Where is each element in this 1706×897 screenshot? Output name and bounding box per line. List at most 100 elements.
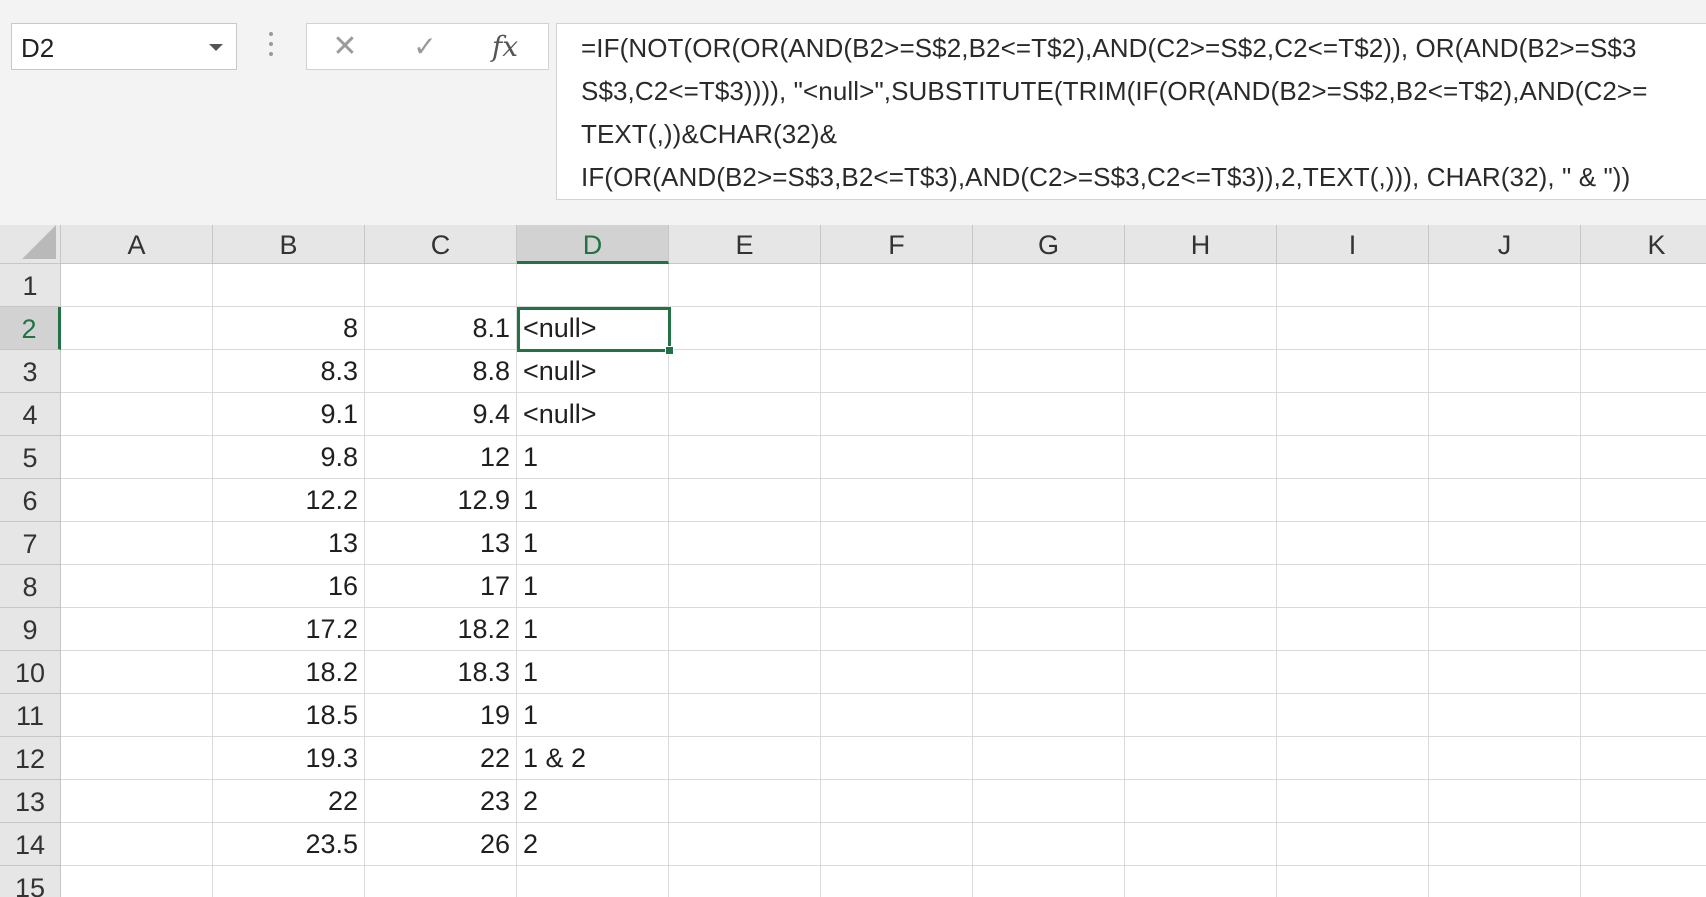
- cell-c13[interactable]: 23: [365, 780, 517, 823]
- cell-a13[interactable]: [61, 780, 213, 823]
- name-box[interactable]: D2: [11, 23, 237, 70]
- cell-a6[interactable]: [61, 479, 213, 522]
- cell-k2[interactable]: [1581, 307, 1706, 350]
- row-header-11[interactable]: 11: [0, 694, 61, 737]
- row-header-5[interactable]: 5: [0, 436, 61, 479]
- cell-b10[interactable]: 18.2: [213, 651, 365, 694]
- cell-e10[interactable]: [669, 651, 821, 694]
- column-header-i[interactable]: I: [1277, 225, 1429, 264]
- cell-i15[interactable]: [1277, 866, 1429, 897]
- cell-b6[interactable]: 12.2: [213, 479, 365, 522]
- cell-i4[interactable]: [1277, 393, 1429, 436]
- cell-h15[interactable]: [1125, 866, 1277, 897]
- cell-h9[interactable]: [1125, 608, 1277, 651]
- cell-d4[interactable]: <null>: [517, 393, 669, 436]
- cell-e1[interactable]: [669, 264, 821, 307]
- cell-i6[interactable]: [1277, 479, 1429, 522]
- cell-f15[interactable]: [821, 866, 973, 897]
- cell-j12[interactable]: [1429, 737, 1581, 780]
- cell-c10[interactable]: 18.3: [365, 651, 517, 694]
- cell-d14[interactable]: 2: [517, 823, 669, 866]
- cell-c15[interactable]: [365, 866, 517, 897]
- cell-b1[interactable]: [213, 264, 365, 307]
- cell-f2[interactable]: [821, 307, 973, 350]
- cell-g10[interactable]: [973, 651, 1125, 694]
- check-icon[interactable]: ✓: [407, 30, 443, 64]
- fill-handle[interactable]: [665, 346, 674, 355]
- cell-j15[interactable]: [1429, 866, 1581, 897]
- cell-e12[interactable]: [669, 737, 821, 780]
- cell-k11[interactable]: [1581, 694, 1706, 737]
- cell-g7[interactable]: [973, 522, 1125, 565]
- cell-a5[interactable]: [61, 436, 213, 479]
- cell-a2[interactable]: [61, 307, 213, 350]
- cell-h5[interactable]: [1125, 436, 1277, 479]
- cell-d12[interactable]: 1 & 2: [517, 737, 669, 780]
- cell-g5[interactable]: [973, 436, 1125, 479]
- cell-h2[interactable]: [1125, 307, 1277, 350]
- cell-i1[interactable]: [1277, 264, 1429, 307]
- cell-f6[interactable]: [821, 479, 973, 522]
- cell-d11[interactable]: 1: [517, 694, 669, 737]
- cell-g11[interactable]: [973, 694, 1125, 737]
- cell-i14[interactable]: [1277, 823, 1429, 866]
- cell-f7[interactable]: [821, 522, 973, 565]
- cell-e2[interactable]: [669, 307, 821, 350]
- cell-e6[interactable]: [669, 479, 821, 522]
- cell-k9[interactable]: [1581, 608, 1706, 651]
- cell-b11[interactable]: 18.5: [213, 694, 365, 737]
- cell-h8[interactable]: [1125, 565, 1277, 608]
- cell-e13[interactable]: [669, 780, 821, 823]
- cell-i13[interactable]: [1277, 780, 1429, 823]
- cell-k14[interactable]: [1581, 823, 1706, 866]
- cell-h7[interactable]: [1125, 522, 1277, 565]
- column-header-k[interactable]: K: [1581, 225, 1706, 264]
- cell-e14[interactable]: [669, 823, 821, 866]
- cell-g14[interactable]: [973, 823, 1125, 866]
- cell-d6[interactable]: 1: [517, 479, 669, 522]
- column-header-g[interactable]: G: [973, 225, 1125, 264]
- row-header-4[interactable]: 4: [0, 393, 61, 436]
- cell-k3[interactable]: [1581, 350, 1706, 393]
- cell-c8[interactable]: 17: [365, 565, 517, 608]
- cell-e4[interactable]: [669, 393, 821, 436]
- cell-i2[interactable]: [1277, 307, 1429, 350]
- cell-e7[interactable]: [669, 522, 821, 565]
- cell-c6[interactable]: 12.9: [365, 479, 517, 522]
- cell-f4[interactable]: [821, 393, 973, 436]
- cell-j9[interactable]: [1429, 608, 1581, 651]
- cell-a1[interactable]: [61, 264, 213, 307]
- cell-d13[interactable]: 2: [517, 780, 669, 823]
- row-header-15[interactable]: 15: [0, 866, 61, 897]
- cell-b13[interactable]: 22: [213, 780, 365, 823]
- cell-i8[interactable]: [1277, 565, 1429, 608]
- cell-j10[interactable]: [1429, 651, 1581, 694]
- row-header-8[interactable]: 8: [0, 565, 61, 608]
- cell-j8[interactable]: [1429, 565, 1581, 608]
- cell-j14[interactable]: [1429, 823, 1581, 866]
- cell-b8[interactable]: 16: [213, 565, 365, 608]
- cell-j13[interactable]: [1429, 780, 1581, 823]
- column-header-f[interactable]: F: [821, 225, 973, 264]
- cell-g4[interactable]: [973, 393, 1125, 436]
- cell-i10[interactable]: [1277, 651, 1429, 694]
- cell-c12[interactable]: 22: [365, 737, 517, 780]
- cell-h13[interactable]: [1125, 780, 1277, 823]
- cell-g8[interactable]: [973, 565, 1125, 608]
- cell-i5[interactable]: [1277, 436, 1429, 479]
- cell-i9[interactable]: [1277, 608, 1429, 651]
- cell-c3[interactable]: 8.8: [365, 350, 517, 393]
- cell-j2[interactable]: [1429, 307, 1581, 350]
- cell-f14[interactable]: [821, 823, 973, 866]
- cell-h11[interactable]: [1125, 694, 1277, 737]
- cell-e9[interactable]: [669, 608, 821, 651]
- cell-a8[interactable]: [61, 565, 213, 608]
- row-header-7[interactable]: 7: [0, 522, 61, 565]
- row-header-12[interactable]: 12: [0, 737, 61, 780]
- cell-k5[interactable]: [1581, 436, 1706, 479]
- cell-d3[interactable]: <null>: [517, 350, 669, 393]
- cell-g1[interactable]: [973, 264, 1125, 307]
- row-header-13[interactable]: 13: [0, 780, 61, 823]
- cell-k4[interactable]: [1581, 393, 1706, 436]
- cell-b15[interactable]: [213, 866, 365, 897]
